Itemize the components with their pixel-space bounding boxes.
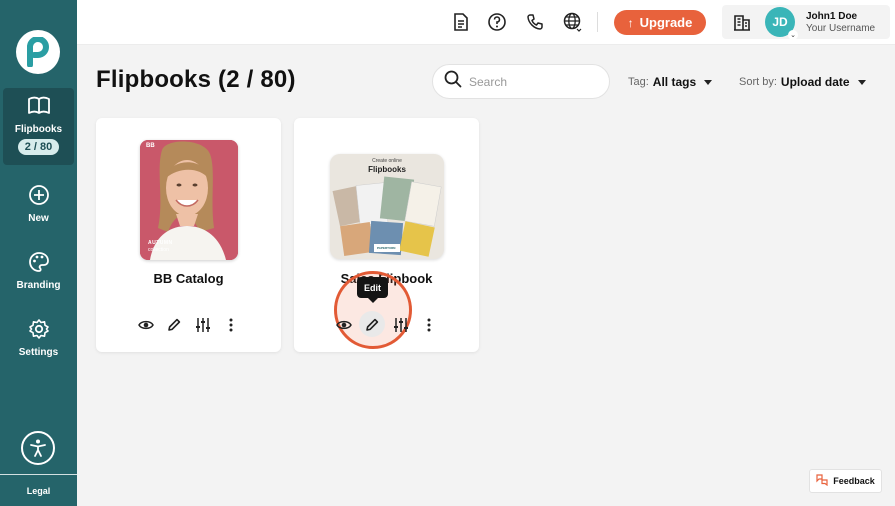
arrow-up-icon: ↑ [627,15,634,30]
document-icon[interactable] [450,11,472,33]
plus-circle-icon [28,184,50,209]
accessibility-icon[interactable] [21,431,55,465]
sidebar-item-label: Branding [16,280,61,291]
flipbook-thumbnail[interactable]: Create online Flipbooks PAPERTURN [330,154,444,259]
search-icon [444,70,462,93]
edit-tooltip: Edit [357,277,388,303]
palette-icon [28,251,50,276]
upgrade-label: Upgrade [639,15,693,30]
search-box[interactable] [432,64,610,99]
card-actions [96,315,281,335]
upgrade-button[interactable]: ↑ Upgrade [614,10,706,35]
card-actions [294,315,479,335]
tag-filter-value: All tags [652,75,697,89]
book-icon [27,95,51,120]
sidebar-item-label: Settings [18,347,59,358]
globe-icon[interactable] [562,11,584,33]
tag-filter-label: Tag: [628,76,649,88]
sidebar-item-settings[interactable]: Settings [3,318,74,358]
building-icon[interactable] [731,11,753,33]
sidebar-item-new[interactable]: New [3,184,74,224]
flipbook-card[interactable]: BB AUTUMN collection BB Catalog [96,118,281,352]
sort-dropdown[interactable]: Sort by: Upload date [739,75,866,89]
sort-value: Upload date [780,75,850,89]
feedback-button[interactable]: Feedback [809,469,882,493]
divider [0,474,77,475]
gear-icon [28,318,50,343]
phone-icon[interactable] [524,11,546,33]
top-header: ↑ Upgrade JD ⌄ John1 Doe Your Username [77,0,895,45]
thumbnail-line1: Create online [372,158,402,164]
settings-sliders-icon[interactable] [391,315,411,335]
feedback-label: Feedback [833,476,875,486]
more-icon[interactable] [221,315,241,335]
feedback-icon [816,474,828,488]
thumbnail-top-text: BB [146,143,155,149]
divider [597,12,598,32]
flipbook-thumbnail[interactable]: BB AUTUMN collection [140,140,238,260]
sidebar-item-label: New [28,213,49,224]
thumbnail-brand: PAPERTURN [377,246,396,250]
sidebar-item-branding[interactable]: Branding [3,251,74,291]
flipbook-title[interactable]: BB Catalog [96,271,281,286]
edit-icon[interactable] [164,315,184,335]
caret-down-icon [704,79,713,85]
thumbnail-bottom-line2: collection [148,247,169,253]
flipbook-count-badge: 2 / 80 [17,139,60,155]
legal-link[interactable]: Legal [0,486,77,496]
chevron-down-icon: ⌄ [788,30,798,40]
account-menu[interactable]: JD ⌄ John1 Doe Your Username [722,5,890,40]
sidebar-item-label: Flipbooks [14,124,63,135]
sort-label: Sort by: [739,76,777,88]
view-icon[interactable] [136,315,156,335]
help-icon[interactable] [486,11,508,33]
view-icon[interactable] [334,315,354,335]
thumbnail-bottom-line1: AUTUMN [148,240,173,246]
settings-sliders-icon[interactable] [193,315,213,335]
user-name: John1 Doe [806,11,858,22]
user-username: Your Username [806,23,876,34]
edit-icon[interactable] [362,315,382,335]
page-title: Flipbooks (2 / 80) [96,66,296,93]
caret-down-icon [857,79,866,85]
sidebar: Flipbooks 2 / 80 New Branding Settings L… [0,0,77,506]
thumbnail-line2: Flipbooks [368,165,406,174]
tag-filter-dropdown[interactable]: Tag: All tags [628,75,713,89]
more-icon[interactable] [419,315,439,335]
paperturn-logo[interactable] [16,30,60,74]
search-input[interactable] [469,74,599,89]
sidebar-item-flipbooks[interactable]: Flipbooks 2 / 80 [3,88,74,165]
